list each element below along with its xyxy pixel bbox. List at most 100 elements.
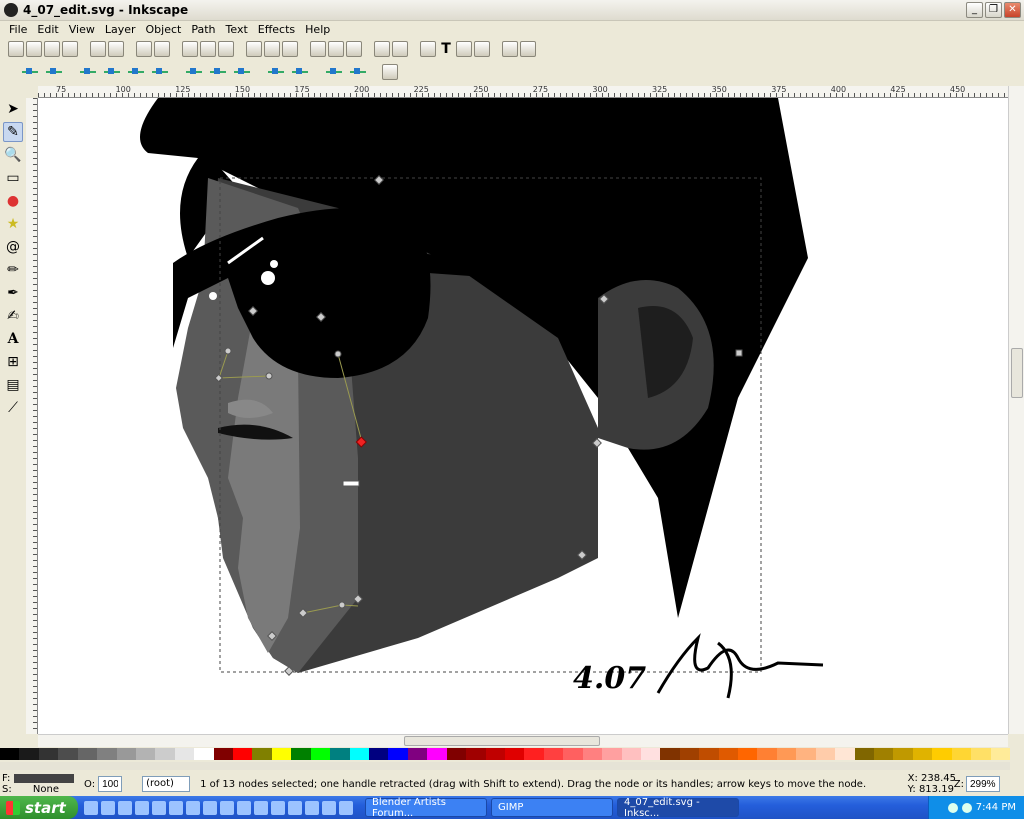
palette-swatch[interactable]	[135, 748, 156, 760]
menu-view[interactable]: View	[64, 23, 100, 36]
quick-launch-icon[interactable]	[339, 800, 353, 815]
quick-launch-icon[interactable]	[220, 800, 234, 815]
palette-swatch[interactable]	[815, 748, 836, 760]
palette-swatch[interactable]	[97, 748, 117, 760]
smooth-node-icon[interactable]	[208, 65, 228, 79]
clone-icon[interactable]	[328, 41, 344, 57]
new-document-icon[interactable]	[8, 41, 24, 57]
stroke-to-path-icon[interactable]	[348, 65, 368, 79]
copy-icon[interactable]	[182, 41, 198, 57]
palette-swatch[interactable]	[582, 748, 603, 760]
import-icon[interactable]	[90, 41, 106, 57]
quick-launch-icon[interactable]	[237, 800, 251, 815]
horizontal-scroll-thumb[interactable]	[404, 736, 600, 746]
layer-selector[interactable]: (root)	[142, 776, 191, 792]
cusp-node-icon[interactable]	[184, 65, 204, 79]
palette-swatch[interactable]	[330, 748, 350, 760]
fill-swatch[interactable]	[13, 773, 74, 783]
quick-launch-icon[interactable]	[135, 800, 149, 815]
break-path-icon[interactable]	[102, 65, 122, 79]
palette-swatch[interactable]	[543, 748, 564, 760]
palette-swatch[interactable]	[116, 748, 136, 760]
palette-swatch[interactable]	[38, 748, 59, 760]
connector-tool-icon[interactable]: ⊞	[3, 352, 23, 372]
palette-swatch[interactable]	[738, 748, 758, 760]
palette-swatch[interactable]	[796, 748, 816, 760]
text-tool-icon[interactable]: A	[3, 329, 23, 349]
palette-swatch[interactable]	[971, 748, 991, 760]
menu-layer[interactable]: Layer	[100, 23, 141, 36]
object-to-path-icon[interactable]	[324, 65, 344, 79]
color-palette[interactable]	[0, 748, 1010, 760]
export-icon[interactable]	[108, 41, 124, 57]
xml-editor-icon[interactable]	[456, 41, 472, 57]
delete-node-icon[interactable]	[44, 65, 64, 79]
quick-launch-icon[interactable]	[101, 800, 115, 815]
palette-swatch[interactable]	[271, 748, 292, 760]
palette-swatch[interactable]	[252, 748, 272, 760]
artwork-svg[interactable]: 4.07	[38, 98, 1008, 734]
palette-swatch[interactable]	[563, 748, 583, 760]
palette-swatch[interactable]	[757, 748, 777, 760]
menu-effects[interactable]: Effects	[253, 23, 300, 36]
calligraphy-tool-icon[interactable]: ✍	[3, 306, 23, 326]
tray-icon[interactable]	[961, 802, 972, 813]
zoom-page-icon[interactable]	[282, 41, 298, 57]
ungroup-icon[interactable]	[392, 41, 408, 57]
palette-swatch[interactable]	[485, 748, 505, 760]
quick-launch-icon[interactable]	[152, 800, 166, 815]
ellipse-tool-icon[interactable]: ●	[3, 191, 23, 211]
save-icon[interactable]	[44, 41, 60, 57]
palette-swatch[interactable]	[291, 748, 311, 760]
opacity-input[interactable]	[98, 776, 123, 792]
vertical-scroll-thumb[interactable]	[1011, 348, 1023, 398]
star-tool-icon[interactable]: ★	[3, 214, 23, 234]
zoom-selection-icon[interactable]	[246, 41, 262, 57]
palette-swatch[interactable]	[699, 748, 719, 760]
paste-icon[interactable]	[218, 41, 234, 57]
fill-stroke-indicator[interactable]: F: S: None	[0, 773, 80, 795]
palette-swatch[interactable]	[951, 748, 972, 760]
palette-swatch[interactable]	[446, 748, 467, 760]
palette-swatch[interactable]	[194, 748, 214, 760]
palette-swatch[interactable]	[19, 748, 39, 760]
palette-swatch[interactable]	[233, 748, 253, 760]
menu-help[interactable]: Help	[300, 23, 335, 36]
undo-icon[interactable]	[136, 41, 152, 57]
close-button[interactable]: ✕	[1004, 2, 1021, 18]
palette-swatch[interactable]	[58, 748, 78, 760]
align-icon[interactable]	[474, 41, 490, 57]
pen-tool-icon[interactable]: ✒	[3, 283, 23, 303]
gradient-tool-icon[interactable]: ▤	[3, 375, 23, 395]
pencil-tool-icon[interactable]: ✏	[3, 260, 23, 280]
palette-swatch[interactable]	[602, 748, 622, 760]
palette-swatch[interactable]	[835, 748, 855, 760]
quick-launch-icon[interactable]	[169, 800, 183, 815]
quick-launch-icon[interactable]	[271, 800, 285, 815]
quick-launch-icon[interactable]	[186, 800, 200, 815]
show-handles-icon[interactable]	[382, 64, 398, 80]
taskbar-item-gimp[interactable]: GIMP	[491, 798, 613, 817]
palette-swatch[interactable]	[388, 748, 408, 760]
spiral-tool-icon[interactable]: @	[3, 237, 23, 257]
palette-scrollbar[interactable]	[0, 762, 1010, 770]
maximize-button[interactable]: ❐	[985, 2, 1002, 18]
palette-swatch[interactable]	[77, 748, 98, 760]
join-nodes-icon[interactable]	[78, 65, 98, 79]
palette-swatch[interactable]	[310, 748, 331, 760]
segment-curve-icon[interactable]	[290, 65, 310, 79]
palette-swatch[interactable]	[621, 748, 641, 760]
quick-launch-icon[interactable]	[288, 800, 302, 815]
minimize-button[interactable]: _	[966, 2, 983, 18]
segment-line-icon[interactable]	[266, 65, 286, 79]
palette-swatch[interactable]	[369, 748, 389, 760]
palette-swatch[interactable]	[407, 748, 428, 760]
tray-icon[interactable]	[947, 802, 958, 813]
insert-node-icon[interactable]	[20, 65, 40, 79]
quick-launch-icon[interactable]	[118, 800, 132, 815]
open-icon[interactable]	[26, 41, 42, 57]
palette-swatch[interactable]	[932, 748, 952, 760]
menu-edit[interactable]: Edit	[32, 23, 63, 36]
text-font-icon[interactable]: T	[438, 41, 454, 57]
palette-swatch[interactable]	[640, 748, 661, 760]
